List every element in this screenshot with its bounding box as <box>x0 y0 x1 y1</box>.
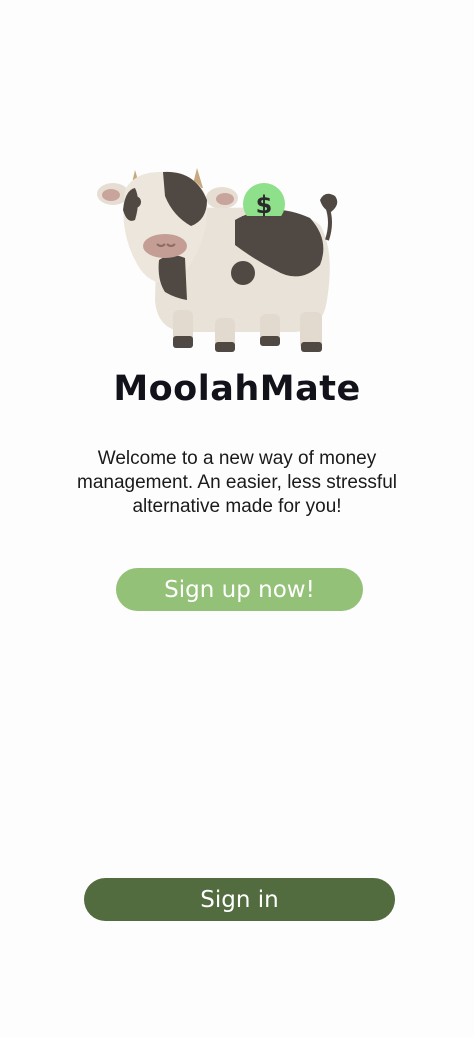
coin-dollar-symbol: $ <box>256 191 273 219</box>
welcome-text: Welcome to a new way of money management… <box>77 448 397 517</box>
cow-mascot-icon: $ <box>97 168 338 352</box>
signin-button[interactable]: Sign in <box>84 878 395 921</box>
signup-button[interactable]: Sign up now! <box>116 568 363 611</box>
app-title: MoolahMate <box>113 369 361 409</box>
